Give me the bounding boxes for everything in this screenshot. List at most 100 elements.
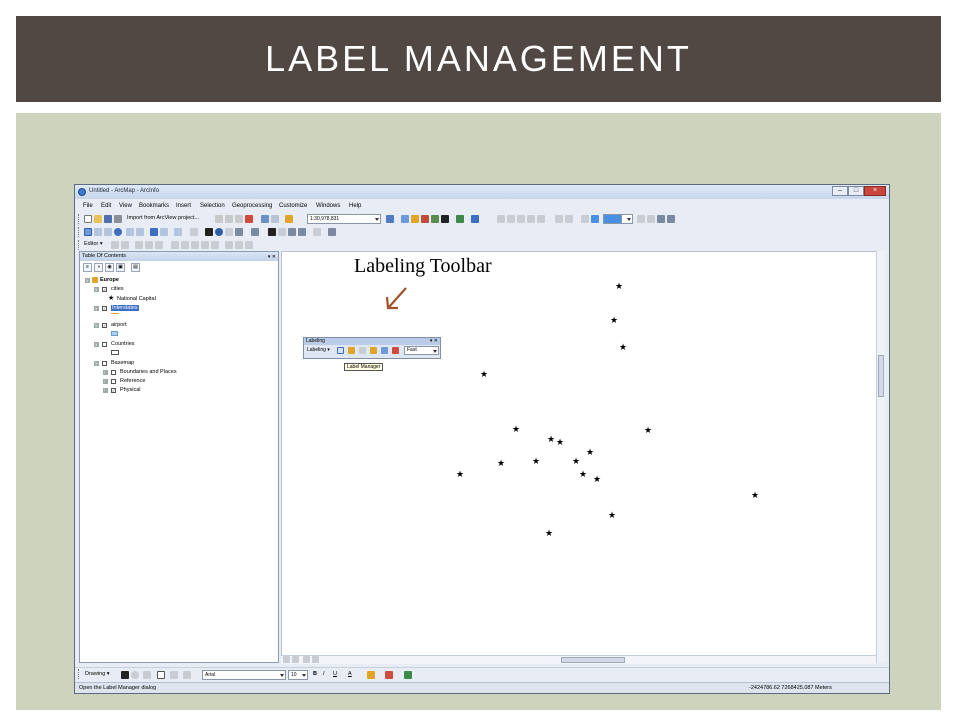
zoom-whole-page-icon[interactable]	[143, 671, 151, 679]
map-scale-combo[interactable]: 1:30,978,831	[307, 214, 381, 224]
font-color-button[interactable]: A	[348, 671, 352, 677]
menu-windows[interactable]: Windows	[316, 203, 340, 209]
new-document-icon[interactable]	[84, 215, 92, 223]
expand-airport-icon[interactable]: ⊟	[94, 323, 99, 328]
lock-labels-icon[interactable]	[348, 347, 355, 354]
paste-icon[interactable]	[235, 215, 243, 223]
toc-options-icon[interactable]: ▤	[131, 263, 140, 272]
search-window-icon[interactable]	[421, 215, 429, 223]
horizontal-scroll-thumb[interactable]	[561, 657, 625, 663]
view-unplaced-labels-icon[interactable]	[381, 347, 388, 354]
bold-button[interactable]: B	[313, 671, 317, 677]
toc-header[interactable]: Table Of Contents ▾ ✕	[80, 252, 278, 261]
pause-drawing-icon[interactable]	[312, 656, 319, 663]
arctoolbox-icon[interactable]	[431, 215, 439, 223]
italic-button[interactable]: I	[323, 671, 325, 677]
identify-icon[interactable]	[215, 228, 223, 236]
sketch-properties-icon[interactable]	[235, 241, 243, 249]
menu-selection[interactable]: Selection	[200, 203, 225, 209]
checkbox-basemap[interactable]	[102, 361, 107, 366]
vertical-scrollbar[interactable]	[876, 251, 885, 663]
toc-item-cities[interactable]: cities	[111, 286, 124, 292]
attributes-icon[interactable]	[225, 241, 233, 249]
menu-file[interactable]: File	[83, 203, 93, 209]
python-window-icon[interactable]	[441, 215, 449, 223]
fixed-zoom-in-icon[interactable]	[126, 228, 134, 236]
find-icon[interactable]	[268, 228, 276, 236]
table-of-contents-icon[interactable]	[401, 215, 409, 223]
menu-customize[interactable]: Customize	[279, 203, 307, 209]
redo-icon[interactable]	[271, 215, 279, 223]
zoom-out-icon[interactable]	[94, 228, 102, 236]
minimize-icon[interactable]: –	[832, 186, 848, 196]
menu-insert[interactable]: Insert	[176, 203, 191, 209]
model-builder-icon[interactable]	[456, 215, 464, 223]
close-icon[interactable]: ×	[864, 186, 886, 196]
georef-tool-2-icon[interactable]	[507, 215, 515, 223]
georef-tool-4-icon[interactable]	[527, 215, 535, 223]
maximize-icon[interactable]: □	[848, 186, 864, 196]
fixed-zoom-out-icon[interactable]	[136, 228, 144, 236]
toolbar-grip[interactable]	[78, 240, 80, 250]
list-by-visibility-icon[interactable]: ◉	[105, 263, 114, 272]
rectangle-icon[interactable]	[157, 671, 165, 679]
checkbox-boundaries[interactable]	[111, 370, 116, 375]
edit-vertices-icon[interactable]	[171, 241, 179, 249]
endpoint-arc-icon[interactable]	[145, 241, 153, 249]
print-icon[interactable]	[114, 215, 122, 223]
expand-interstates-icon[interactable]: ⊟	[94, 306, 99, 311]
list-by-drawing-order-icon[interactable]: ≡	[83, 263, 92, 272]
marker-color-icon[interactable]	[404, 671, 412, 679]
vertical-scroll-thumb[interactable]	[878, 355, 884, 397]
underline-button[interactable]: U	[333, 671, 337, 677]
time-slider-icon[interactable]	[298, 228, 306, 236]
map-display[interactable]	[281, 251, 883, 663]
expand-reference-icon[interactable]: ⊞	[103, 379, 108, 384]
menu-help[interactable]: Help	[349, 203, 361, 209]
clear-selection-icon[interactable]	[190, 228, 198, 236]
rotate-icon[interactable]	[131, 671, 139, 679]
reshape-icon[interactable]	[181, 241, 189, 249]
new-text-icon[interactable]	[170, 671, 178, 679]
catalog-window-icon[interactable]	[411, 215, 419, 223]
toolbar-grip[interactable]	[78, 227, 80, 237]
toc-item-airport[interactable]: airport	[111, 322, 127, 328]
zoom-in-icon[interactable]	[84, 228, 92, 236]
toc-item-reference[interactable]: Reference	[120, 378, 145, 384]
window-title-bar[interactable]: Untitled - ArcMap - ArcInfo – □ ×	[75, 185, 889, 199]
effects-tool-3-icon[interactable]	[657, 215, 665, 223]
checkbox-airport[interactable]: ✓	[102, 323, 107, 328]
menu-bookmarks[interactable]: Bookmarks	[139, 203, 169, 209]
split-icon[interactable]	[201, 241, 209, 249]
georef-tool-5-icon[interactable]	[537, 215, 545, 223]
expand-cities-icon[interactable]: ⊟	[94, 287, 99, 292]
add-data-icon[interactable]	[285, 215, 293, 223]
select-features-icon[interactable]	[174, 228, 182, 236]
go-to-xy-icon[interactable]	[288, 228, 296, 236]
expand-countries-icon[interactable]: ⊟	[94, 342, 99, 347]
undo-icon[interactable]	[261, 215, 269, 223]
whats-this-icon[interactable]	[471, 215, 479, 223]
labeling-menu-button[interactable]: Labeling ▾	[307, 347, 330, 353]
layout-tool-3-icon[interactable]	[581, 215, 589, 223]
labeling-toolbar-title[interactable]: Labeling ▾ ✕	[304, 338, 440, 345]
checkbox-interstates[interactable]: ✓	[102, 306, 107, 311]
label-priority-icon[interactable]	[359, 347, 366, 354]
labeling-mode-combo[interactable]: Fast	[404, 346, 439, 355]
layout-tool-2-icon[interactable]	[565, 215, 573, 223]
trace-icon[interactable]	[155, 241, 163, 249]
editor-toolbar-icon[interactable]	[386, 215, 394, 223]
list-by-source-icon[interactable]: ◑	[94, 263, 103, 272]
toc-item-physical[interactable]: Physical	[120, 387, 140, 393]
checkbox-cities[interactable]: ✓	[102, 287, 107, 292]
toc-item-countries[interactable]: Countries	[111, 341, 135, 347]
hyperlink-icon[interactable]	[225, 228, 233, 236]
select-elements-icon[interactable]	[205, 228, 213, 236]
checkbox-physical[interactable]: ✓	[111, 388, 116, 393]
effects-tool-2-icon[interactable]	[647, 215, 655, 223]
color-dropdown[interactable]	[621, 214, 633, 224]
toolbar-grip[interactable]	[78, 669, 80, 679]
pause-labeling-icon[interactable]	[392, 347, 399, 354]
find-route-icon[interactable]	[278, 228, 286, 236]
toc-pin-close-icon[interactable]: ▾ ✕	[268, 253, 276, 262]
